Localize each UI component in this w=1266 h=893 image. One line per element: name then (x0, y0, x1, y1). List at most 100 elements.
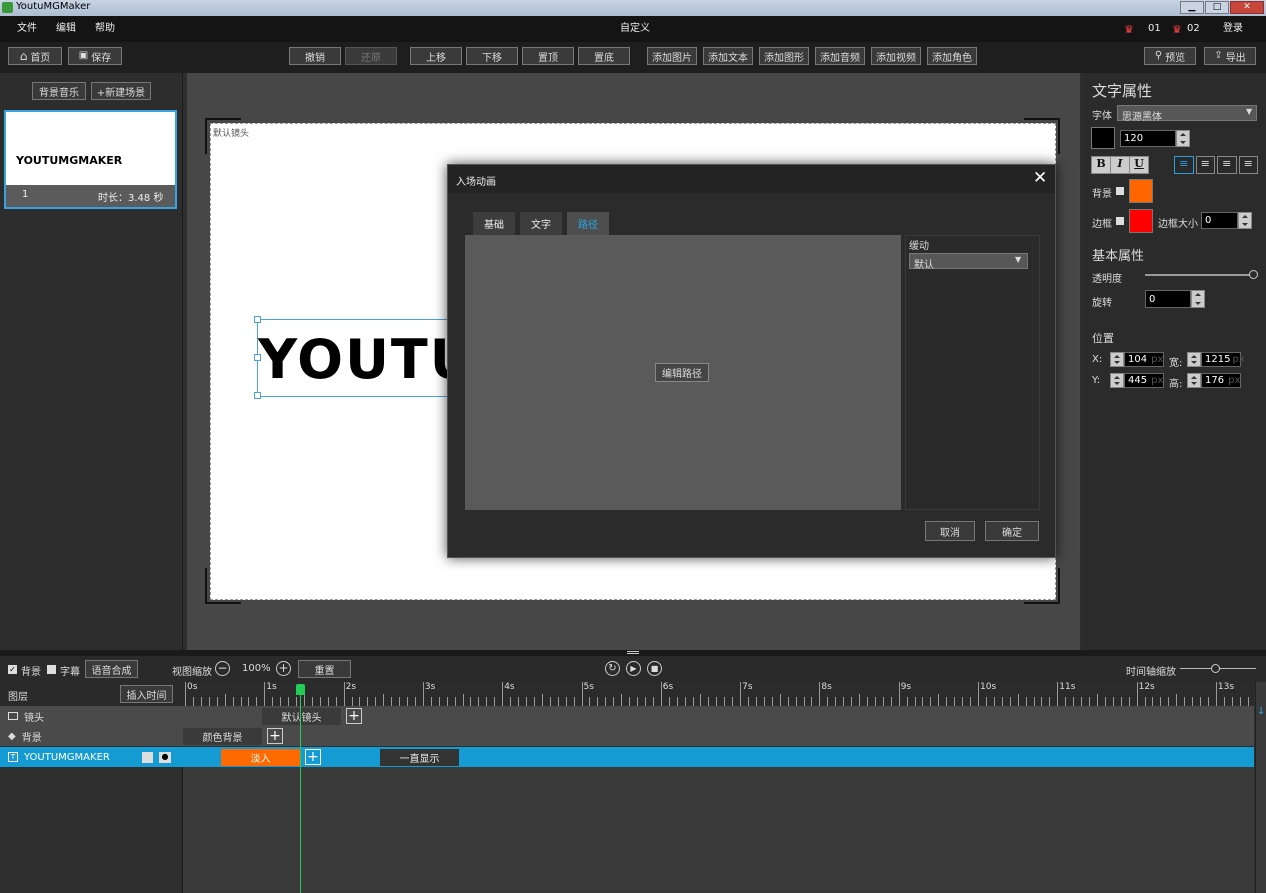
easing-select[interactable]: 默认 ▼ (909, 253, 1028, 271)
x-stepper[interactable] (1110, 352, 1124, 367)
italic-button[interactable]: I (1111, 157, 1130, 173)
scene-thumbnail[interactable]: YOUTUMGMAKER 1 时长：3.48 秒 (4, 110, 177, 209)
bring-top-button[interactable]: 置顶 (522, 47, 574, 65)
font-size-stepper[interactable] (1176, 130, 1190, 147)
home-button[interactable]: ⌂ 首页 (8, 47, 62, 65)
replay-icon[interactable]: ↻ (605, 661, 620, 676)
font-size-input[interactable]: 120 (1120, 130, 1176, 147)
layer-row-camera[interactable]: 镜头 (0, 706, 183, 726)
badge-count-2: 02 (1187, 23, 1200, 34)
clip-always-show[interactable]: 一直显示 (380, 749, 459, 766)
eye-icon[interactable]: ● (159, 752, 171, 763)
redo-button[interactable]: 还原 (345, 47, 397, 65)
resize-handle[interactable] (254, 354, 261, 361)
send-bottom-button[interactable]: 置底 (578, 47, 630, 65)
border-size-input[interactable]: 0 (1201, 212, 1238, 229)
time-ruler[interactable]: 0s 1s 2s 3s 4s 5s 6s 7s 8s 9s 10s 11s 12s 13s (183, 682, 1254, 706)
height-input[interactable]: 176 px (1201, 373, 1241, 388)
rotate-input[interactable]: 0 (1145, 290, 1191, 308)
bold-button[interactable]: B (1092, 157, 1111, 173)
align-right-icon[interactable]: ≡ (1238, 156, 1258, 174)
clip-camera[interactable]: 默认镜头 (262, 708, 341, 725)
bg-color-swatch[interactable] (1129, 179, 1153, 203)
close-window-button[interactable]: ✕ (1230, 1, 1264, 14)
width-input[interactable]: 1215 px (1201, 352, 1245, 367)
easing-value: 默认 (914, 260, 934, 271)
tts-button[interactable]: 语音合成 (85, 660, 138, 678)
add-video-button[interactable]: 添加视频 (871, 47, 921, 65)
close-icon[interactable]: ✕ (1033, 168, 1047, 188)
bg-music-button[interactable]: 背景音乐 (32, 82, 86, 100)
border-checkbox[interactable] (1116, 217, 1124, 225)
play-icon[interactable]: ▶ (626, 661, 641, 676)
tab-basic[interactable]: 基础 (473, 212, 515, 235)
resize-handle[interactable] (254, 316, 261, 323)
x-input[interactable]: 104 px (1124, 352, 1164, 367)
opacity-slider-track[interactable] (1145, 274, 1253, 276)
minimize-button[interactable]: ▁ (1180, 1, 1204, 14)
layer-row-text[interactable]: T YOUTUMGMAKER ● (0, 747, 183, 767)
add-role-button[interactable]: 添加角色 (927, 47, 977, 65)
new-scene-button[interactable]: +新建场景 (91, 82, 151, 100)
ruler-tick (827, 697, 829, 706)
add-image-button[interactable]: 添加图片 (647, 47, 697, 65)
width-stepper[interactable] (1187, 352, 1201, 367)
add-camera-clip-button[interactable]: + (346, 708, 362, 724)
clip-fade-in[interactable]: 淡入 (221, 749, 300, 766)
align-justify-icon[interactable]: ≡ (1217, 156, 1237, 174)
font-select[interactable]: 思源黑体 ▼ (1117, 105, 1257, 123)
align-left-icon[interactable]: ≡ (1174, 156, 1194, 174)
ruler-tick (446, 697, 448, 706)
move-down-button[interactable]: 下移 (466, 47, 518, 65)
rotate-stepper[interactable] (1191, 290, 1205, 308)
export-button[interactable]: ⇪ 导出 (1204, 47, 1256, 65)
tab-path[interactable]: 路径 (567, 212, 609, 235)
save-button[interactable]: ▣ 保存 (68, 47, 122, 65)
y-input[interactable]: 445 px (1124, 373, 1164, 388)
add-bg-clip-button[interactable]: + (267, 728, 283, 744)
login-link[interactable]: 登录 (1223, 16, 1243, 42)
ruler-tick (1136, 682, 1138, 706)
add-shape-button[interactable]: 添加图形 (759, 47, 809, 65)
ruler-tick (351, 697, 353, 706)
subtitle-checkbox[interactable] (47, 665, 56, 674)
add-text-clip-button[interactable]: + (305, 749, 321, 765)
add-audio-button[interactable]: 添加音频 (815, 47, 865, 65)
undo-button[interactable]: 撤销 (289, 47, 341, 65)
align-center-icon[interactable]: ≡ (1195, 156, 1215, 174)
border-color-swatch[interactable] (1129, 209, 1153, 233)
y-stepper[interactable] (1110, 373, 1124, 388)
ruler-tick (399, 697, 401, 706)
preview-button[interactable]: ⚲ 预览 (1144, 47, 1196, 65)
opacity-slider-handle[interactable] (1249, 270, 1258, 279)
zoom-in-icon[interactable]: + (276, 661, 291, 676)
menu-file[interactable]: 文件 (17, 16, 37, 42)
cancel-button[interactable]: 取消 (925, 521, 975, 541)
border-size-stepper[interactable] (1238, 212, 1252, 229)
menu-help[interactable]: 帮助 (95, 16, 115, 42)
text-color-swatch[interactable] (1091, 127, 1115, 149)
resize-handle[interactable] (254, 392, 261, 399)
ok-button[interactable]: 确定 (985, 521, 1039, 541)
bg-checkbox[interactable] (1116, 187, 1124, 195)
playhead-handle[interactable] (296, 684, 305, 695)
lock-toggle[interactable] (142, 752, 153, 763)
bg-check-checkbox[interactable]: ✓ (8, 665, 17, 674)
reset-button[interactable]: 重置 (298, 660, 351, 678)
axis-zoom-handle[interactable] (1211, 664, 1220, 673)
move-up-button[interactable]: 上移 (410, 47, 462, 65)
zoom-out-icon[interactable]: − (215, 661, 230, 676)
insert-time-button[interactable]: 插入时间 (120, 685, 173, 703)
clip-bg[interactable]: 颜色背景 (183, 728, 262, 745)
tab-text[interactable]: 文字 (520, 212, 562, 235)
stop-icon[interactable]: ■ (647, 661, 662, 676)
add-text-button[interactable]: 添加文本 (703, 47, 753, 65)
height-stepper[interactable] (1187, 373, 1201, 388)
maximize-button[interactable]: □ (1205, 1, 1229, 14)
layer-row-bg[interactable]: ◆ 背景 (0, 726, 183, 746)
bg-label: 背景 (1092, 189, 1112, 200)
underline-button[interactable]: U (1130, 157, 1148, 173)
edit-path-button[interactable]: 编辑路径 (655, 363, 709, 382)
border-size-label: 边框大小 (1158, 219, 1198, 230)
menu-edit[interactable]: 编辑 (56, 16, 76, 42)
